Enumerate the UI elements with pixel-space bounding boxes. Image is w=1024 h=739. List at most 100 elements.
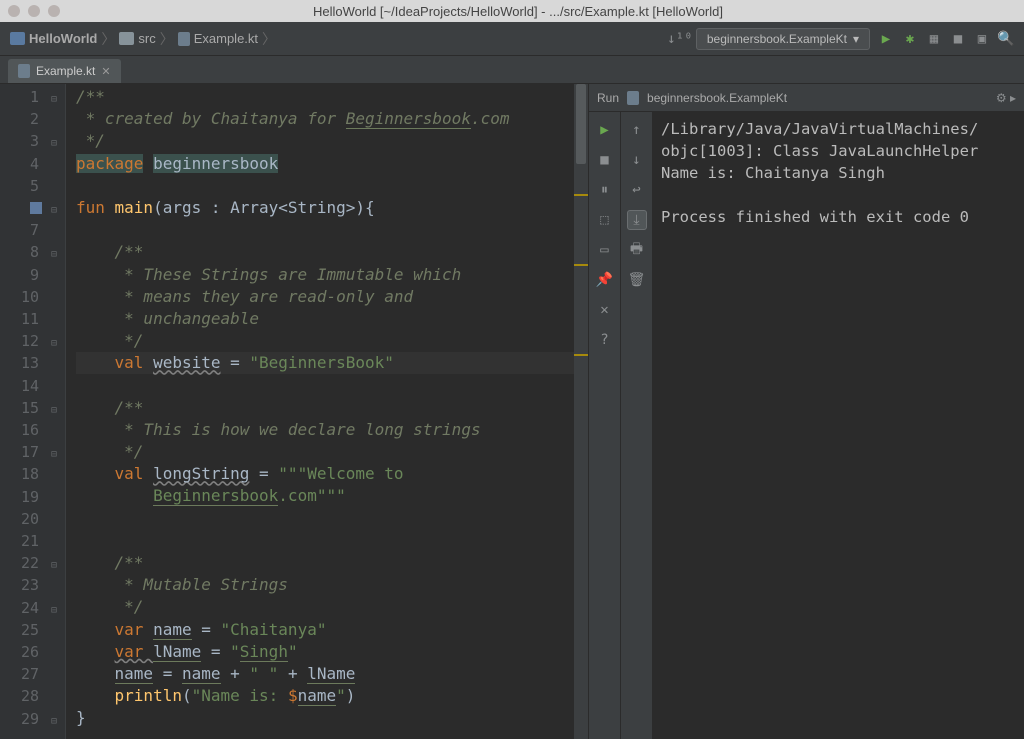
gutter-line[interactable]: 20 [0,508,65,530]
code-line[interactable]: Beginnersbook.com""" [76,485,574,507]
help-icon[interactable]: ? [595,330,615,350]
gutter-line[interactable]: 9 [0,264,65,286]
code-line[interactable]: */ [76,330,574,352]
gutter-line[interactable]: 5 [0,175,65,197]
code-line[interactable] [76,530,574,552]
search-icon[interactable]: 🔍 [998,31,1014,47]
code-line[interactable]: * These Strings are Immutable which [76,264,574,286]
code-line[interactable]: fun main(args : Array<String>){ [76,197,574,219]
gutter-line[interactable]: 19 [0,486,65,508]
gutter-line[interactable]: 17⊟ [0,441,65,463]
clear-all-icon[interactable]: 🗑 [627,270,647,290]
code-line[interactable] [76,175,574,197]
code-line[interactable]: * This is how we declare long strings [76,419,574,441]
tab-example-kt[interactable]: Example.kt ✕ [8,59,121,83]
close-window-icon[interactable] [8,5,20,17]
code-line[interactable]: /** [76,86,574,108]
folder-icon [119,32,134,45]
up-stack-icon[interactable]: ↑ [627,120,647,140]
gutter-line[interactable]: 4 [0,153,65,175]
gutter-line[interactable]: 16 [0,419,65,441]
breadcrumb-file[interactable]: Example.kt [178,31,258,46]
down-stack-icon[interactable]: ↓ [627,150,647,170]
code-line[interactable]: * means they are read-only and [76,286,574,308]
warning-marker[interactable] [574,194,588,196]
code-line[interactable]: var name = "Chaitanya" [76,619,574,641]
gutter-line[interactable]: 7 [0,219,65,241]
scroll-to-end-icon[interactable]: ⤓ [627,210,647,230]
gutter-line[interactable]: 10 [0,286,65,308]
code-line[interactable]: /** [76,552,574,574]
code-line[interactable]: * created by Chaitanya for Beginnersbook… [76,108,574,130]
code-line[interactable] [76,508,574,530]
gutter-line[interactable]: 1⊟ [0,86,65,108]
gutter-line[interactable]: 11 [0,308,65,330]
close-button[interactable]: ✕ [595,300,615,320]
gutter-line[interactable]: 21 [0,530,65,552]
gutter-line[interactable]: 18 [0,463,65,485]
print-icon[interactable]: 🖶 [627,240,647,260]
gutter-line[interactable]: 28 [0,685,65,707]
dump-threads-icon[interactable]: ⬚ [595,210,615,230]
minimize-window-icon[interactable] [28,5,40,17]
gutter-line[interactable]: 13 [0,352,65,374]
gutter-line[interactable]: 29⊟ [0,708,65,730]
code-line[interactable] [76,374,574,396]
code-line[interactable]: val longString = """Welcome to [76,463,574,485]
editor-scrollbar[interactable] [574,84,588,739]
scrollbar-thumb[interactable] [576,84,586,164]
code-line[interactable] [76,219,574,241]
code-line[interactable]: */ [76,130,574,152]
project-structure-icon[interactable]: ▣ [974,31,990,47]
code-line[interactable]: name = name + " " + lName [76,663,574,685]
code-editor[interactable]: /** * created by Chaitanya for Beginners… [66,84,574,739]
run-config-dropdown[interactable]: beginnersbook.ExampleKt ▾ [696,28,870,50]
code-line[interactable]: /** [76,397,574,419]
soft-wrap-icon[interactable]: ↩ [627,180,647,200]
stop-button[interactable]: ■ [950,31,966,47]
pin-icon[interactable]: 📌 [595,270,615,290]
toggle-binary-icon[interactable]: ↓¹⁰ [672,31,688,47]
warning-marker[interactable] [574,354,588,356]
code-line[interactable]: */ [76,441,574,463]
gutter-line[interactable]: 22⊟ [0,552,65,574]
fold-icon[interactable]: ⊟ [51,711,57,733]
breadcrumb-src[interactable]: src [119,31,155,46]
coverage-button[interactable]: ▦ [926,31,942,47]
gutter-line[interactable]: 23 [0,574,65,596]
run-button[interactable]: ▶ [878,31,894,47]
gutter-line[interactable]: 8⊟ [0,241,65,263]
code-line[interactable]: /** [76,241,574,263]
debug-button[interactable]: ✱ [902,31,918,47]
gutter[interactable]: 1⊟23⊟456⊟78⊟9101112⊟131415⊟1617⊟18192021… [0,84,66,739]
gutter-line[interactable]: 2 [0,108,65,130]
gutter-line[interactable]: 6⊟ [0,197,65,219]
gutter-line[interactable]: 3⊟ [0,130,65,152]
close-tab-icon[interactable]: ✕ [101,65,110,78]
gutter-line[interactable]: 14 [0,375,65,397]
code-line[interactable]: val website = "BeginnersBook" [76,352,574,374]
gutter-line[interactable]: 26 [0,641,65,663]
code-line[interactable]: * unchangeable [76,308,574,330]
stop-button[interactable]: ■ [595,150,615,170]
gutter-line[interactable]: 12⊟ [0,330,65,352]
code-line[interactable]: * Mutable Strings [76,574,574,596]
warning-marker[interactable] [574,264,588,266]
project-icon [10,32,25,45]
gutter-line[interactable]: 27 [0,663,65,685]
gutter-line[interactable]: 25 [0,619,65,641]
breadcrumb-project[interactable]: HelloWorld [10,31,97,46]
code-line[interactable]: var lName = "Singh" [76,641,574,663]
rerun-button[interactable]: ▶ [595,120,615,140]
pause-button[interactable]: ⏸ [595,180,615,200]
code-line[interactable]: println("Name is: $name") [76,685,574,707]
gutter-line[interactable]: 24⊟ [0,597,65,619]
code-line[interactable]: package beginnersbook [76,153,574,175]
code-line[interactable]: */ [76,596,574,618]
gear-icon[interactable]: ⚙ ▸ [996,91,1016,105]
code-line[interactable]: } [76,707,574,729]
layout-icon[interactable]: ▭ [595,240,615,260]
console-output[interactable]: /Library/Java/JavaVirtualMachines/ objc[… [653,112,1024,739]
zoom-window-icon[interactable] [48,5,60,17]
gutter-line[interactable]: 15⊟ [0,397,65,419]
